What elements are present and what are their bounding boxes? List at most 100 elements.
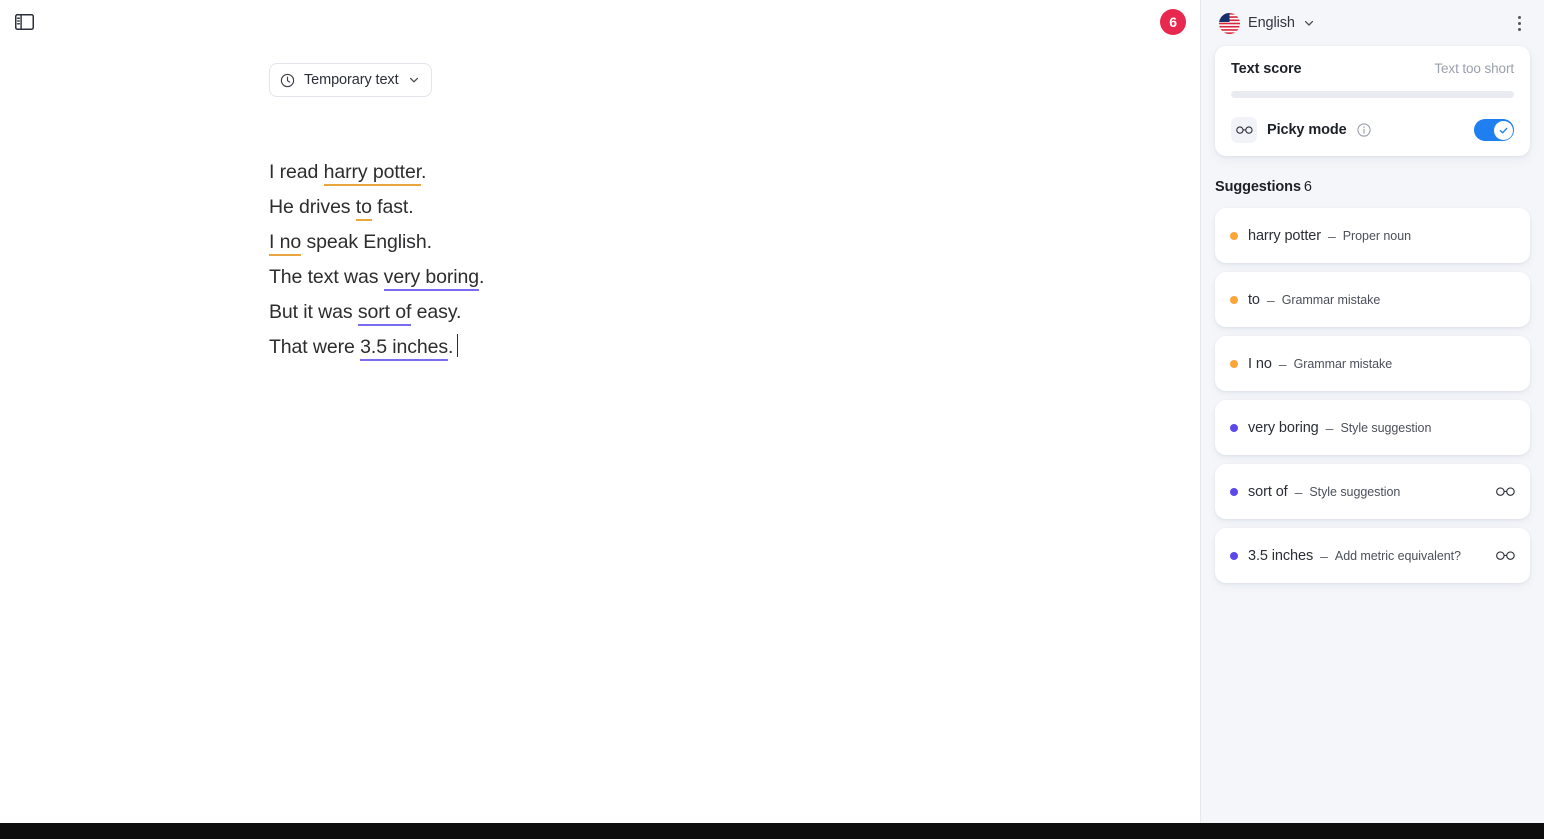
toggle-knob (1493, 120, 1513, 140)
highlighted-text-purple[interactable]: 3.5 inches (360, 336, 448, 361)
suggestion-count-badge: 6 (1160, 9, 1186, 35)
language-label: English (1248, 15, 1295, 31)
suggestion-dash: – (1325, 419, 1334, 436)
highlighted-text-purple[interactable]: sort of (357, 301, 411, 326)
chevron-down-icon (1303, 17, 1315, 29)
suggestion-text: sort of (1248, 483, 1288, 500)
glasses-icon (1231, 117, 1257, 143)
info-icon[interactable] (1356, 123, 1371, 137)
document-line: The text was very boring. (269, 260, 969, 295)
glasses-icon[interactable] (1494, 545, 1516, 567)
app-window: Temporary text I read harry potter. He dr… (0, 0, 1544, 823)
assistant-sidebar: 6 English Text score Text too short Pick… (1160, 0, 1544, 823)
suggestion-card[interactable]: 3.5 inches – Add metric equivalent? (1215, 528, 1530, 583)
suggestion-card[interactable]: to – Grammar mistake (1215, 272, 1530, 327)
text-run: But it was (269, 301, 358, 323)
text-run: fast. (371, 196, 414, 218)
text-score-card: Text score Text too short Picky mode (1215, 46, 1530, 156)
text-score-title: Text score (1231, 61, 1302, 77)
text-score-row: Text score Text too short (1231, 61, 1514, 77)
kebab-dot (1517, 27, 1521, 31)
picky-mode-row: Picky mode (1231, 117, 1514, 143)
text-score-progress-bar (1231, 91, 1514, 98)
document-type-label: Temporary text (304, 72, 399, 88)
suggestion-type-dot (1230, 487, 1238, 496)
suggestion-kind: Proper noun (1342, 228, 1411, 243)
clock-icon (280, 73, 295, 88)
document-line: I read harry potter. (269, 155, 969, 190)
suggestion-card[interactable]: sort of – Style suggestion (1215, 464, 1530, 519)
text-caret (457, 334, 459, 357)
glasses-icon[interactable] (1494, 481, 1516, 503)
suggestion-kind: Style suggestion (1309, 484, 1401, 499)
suggestion-kind: Style suggestion (1340, 420, 1432, 435)
language-selector[interactable]: English (1219, 12, 1315, 34)
text-run: speak English. (301, 231, 432, 253)
suggestion-card[interactable]: harry potter – Proper noun (1215, 208, 1530, 263)
document-line: That were 3.5 inches. (269, 330, 969, 365)
picky-mode-label: Picky mode (1267, 122, 1347, 138)
text-run: I read (269, 161, 324, 183)
clock-glyph (280, 73, 295, 87)
text-score-status: Text too short (1434, 61, 1514, 76)
document-type-selector[interactable]: Temporary text (269, 63, 432, 97)
document-line: But it was sort of easy. (269, 295, 969, 330)
sidebar-panel-icon[interactable] (12, 11, 36, 33)
suggestion-kind: Add metric equivalent? (1334, 548, 1461, 563)
suggestion-type-dot (1230, 295, 1238, 304)
suggestion-text: harry potter (1248, 227, 1321, 244)
glasses-glyph (1235, 126, 1253, 134)
text-run: . (421, 161, 427, 183)
chevron-down-glyph (409, 77, 418, 83)
highlighted-text-orange[interactable]: to (355, 196, 372, 221)
suggestion-text: I no (1248, 355, 1272, 372)
suggestion-card[interactable]: very boring – Style suggestion (1215, 400, 1530, 455)
suggestion-type-dot (1230, 231, 1238, 240)
us-flag-icon (1219, 12, 1240, 34)
suggestion-card[interactable]: I no – Grammar mistake (1215, 336, 1530, 391)
text-run: That were (269, 336, 361, 358)
suggestion-dash: – (1320, 547, 1328, 564)
glasses-glyph (1495, 487, 1515, 496)
glasses-glyph (1495, 551, 1515, 560)
suggestion-dash: – (1327, 227, 1336, 244)
highlighted-text-purple[interactable]: very boring (383, 266, 479, 291)
suggestion-dash: – (1294, 483, 1303, 500)
kebab-dot (1517, 21, 1521, 25)
suggestion-kind: Grammar mistake (1281, 292, 1381, 307)
us-flag-glyph (1219, 12, 1240, 34)
suggestion-kind: Grammar mistake (1293, 356, 1393, 371)
picky-mode-toggle[interactable] (1474, 119, 1514, 141)
suggestion-text: to (1248, 291, 1260, 308)
text-run: He drives (269, 196, 356, 218)
sidebar-panel-glyph (14, 14, 34, 30)
text-run: . (448, 336, 454, 358)
os-taskbar (0, 823, 1544, 839)
highlighted-text-orange[interactable]: I no (269, 231, 301, 256)
suggestions-header-count: 6 (1303, 179, 1312, 195)
suggestions-header-label: Suggestions (1215, 179, 1301, 195)
suggestion-type-dot (1230, 423, 1238, 432)
info-glyph (1356, 123, 1371, 137)
suggestions-list: harry potter – Proper noun to – Grammar mista… (1201, 208, 1544, 583)
chevron-down-glyph (1304, 20, 1313, 26)
text-run: easy. (411, 301, 462, 323)
suggestion-text: very boring (1248, 419, 1319, 436)
document-line: I no speak English. (269, 225, 969, 260)
check-icon (1499, 127, 1507, 133)
suggestion-dash: – (1266, 291, 1275, 308)
suggestion-type-dot (1230, 359, 1238, 368)
chevron-down-icon (408, 74, 420, 86)
suggestions-header: Suggestions 6 (1215, 179, 1544, 195)
editor-pane: Temporary text I read harry potter. He dr… (0, 0, 1201, 823)
highlighted-text-orange[interactable]: harry potter (323, 161, 421, 186)
kebab-menu-icon[interactable] (1507, 11, 1531, 35)
kebab-dot (1517, 15, 1521, 19)
document-text-area[interactable]: I read harry potter. He drives to fast. I … (269, 155, 969, 365)
suggestion-text: 3.5 inches (1248, 547, 1314, 564)
suggestion-dash: – (1278, 355, 1287, 372)
suggestion-type-dot (1230, 551, 1238, 560)
text-run: . (479, 266, 485, 288)
sidebar-header: 6 English (1160, 0, 1544, 46)
document-line: He drives to fast. (269, 190, 969, 225)
